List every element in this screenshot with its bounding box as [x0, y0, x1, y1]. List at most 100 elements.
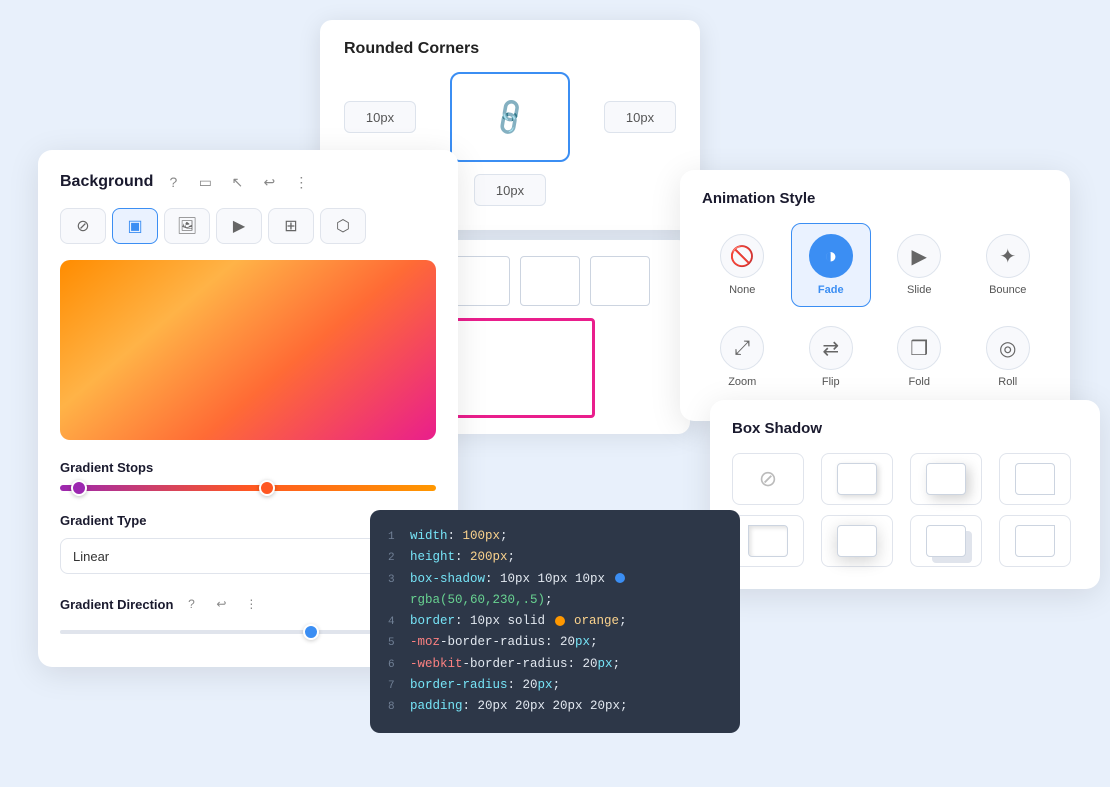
- anim-icon-flip: ⇄: [809, 326, 853, 370]
- code-line-2: 2 height: 200px;: [388, 547, 722, 568]
- shadow-inner-6: [926, 525, 966, 557]
- panel-title: Background: [60, 173, 153, 191]
- stop-thumb-purple[interactable]: [71, 480, 87, 496]
- anim-icon-none: 🚫: [720, 234, 764, 278]
- shadow-item-3[interactable]: [999, 453, 1071, 505]
- code-text-7: border-radius: 20px;: [410, 675, 560, 696]
- code-text-1: width: 100px;: [410, 526, 508, 547]
- panel-header: Background ? ▭ ↖ ↩ ⋮: [60, 170, 436, 194]
- device-icon[interactable]: ▭: [193, 170, 217, 194]
- undo-icon[interactable]: ↩: [257, 170, 281, 194]
- anim-label-none: None: [729, 284, 755, 296]
- code-num-7: 7: [388, 677, 402, 696]
- code-line-1: 1 width: 100px;: [388, 526, 722, 547]
- code-line-4: 4 border: 10px solid orange;: [388, 611, 722, 632]
- shadow-item-2[interactable]: [910, 453, 982, 505]
- direction-question-icon[interactable]: ?: [179, 592, 203, 616]
- direction-undo-icon[interactable]: ↩: [209, 592, 233, 616]
- bg-type-solid[interactable]: ⊘: [60, 208, 106, 244]
- shape-box-4: [590, 256, 650, 306]
- anim-label-slide: Slide: [907, 284, 931, 296]
- shadow-grid: ⊘: [732, 453, 1078, 567]
- bg-type-video[interactable]: ▶: [216, 208, 262, 244]
- anim-icon-fold: ❒: [897, 326, 941, 370]
- anim-label-bounce: Bounce: [989, 284, 1026, 296]
- rounded-link-icon-box: 🔗: [450, 72, 570, 162]
- code-tooltip: 1 width: 100px; 2 height: 200px; 3 box-s…: [370, 510, 740, 733]
- anim-label-fade: Fade: [818, 284, 844, 296]
- box-shadow-title: Box Shadow: [732, 420, 1078, 437]
- shadow-inner-3: [1015, 463, 1055, 495]
- box-shadow-card: Box Shadow ⊘: [710, 400, 1100, 589]
- animation-style-title: Animation Style: [702, 190, 1048, 207]
- code-line-7: 7 border-radius: 20px;: [388, 675, 722, 696]
- shadow-item-none[interactable]: ⊘: [732, 453, 804, 505]
- link-icon: 🔗: [488, 95, 532, 139]
- more-icon[interactable]: ⋮: [289, 170, 313, 194]
- shadow-item-1[interactable]: [821, 453, 893, 505]
- code-text-3: box-shadow: 10px 10px 10px rgba(50,60,23…: [410, 569, 722, 612]
- shadow-item-7[interactable]: [999, 515, 1071, 567]
- shadow-item-5[interactable]: [821, 515, 893, 567]
- code-num-5: 5: [388, 634, 402, 653]
- gradient-stops-track: [60, 485, 436, 491]
- animation-grid: 🚫 None ◑ Fade ▶ Slide ✦ Bounce ⤢ Zoom ⇄ …: [702, 223, 1048, 399]
- shadow-inner-5: [837, 525, 877, 557]
- gradient-direction-label: Gradient Direction: [60, 597, 173, 612]
- bg-type-overlay[interactable]: ⬡: [320, 208, 366, 244]
- anim-item-none[interactable]: 🚫 None: [702, 223, 783, 307]
- anim-label-roll: Roll: [998, 376, 1017, 388]
- anim-item-roll[interactable]: ◎ Roll: [968, 315, 1049, 399]
- shadow-inner-2: [926, 463, 966, 495]
- anim-icon-zoom: ⤢: [720, 326, 764, 370]
- code-text-4: border: 10px solid orange;: [410, 611, 627, 632]
- bg-type-gradient[interactable]: ▣: [112, 208, 158, 244]
- rounded-top-right-input[interactable]: [604, 101, 676, 133]
- shadow-inner-7: [1015, 525, 1055, 557]
- pink-rectangle: [435, 318, 595, 418]
- code-text-5: -moz-border-radius: 20px;: [410, 632, 598, 653]
- rounded-top-row: 🔗: [344, 72, 676, 162]
- code-num-3: 3: [388, 571, 402, 590]
- anim-icon-bounce: ✦: [986, 234, 1030, 278]
- code-text-8: padding: 20px 20px 20px 20px;: [410, 696, 628, 717]
- direction-thumb[interactable]: [303, 624, 319, 640]
- bg-type-row: ⊘ ▣ 🖼 ▶ ⊞ ⬡: [60, 208, 436, 244]
- rounded-top-left-input[interactable]: [344, 101, 416, 133]
- anim-icon-fade: ◑: [809, 234, 853, 278]
- gradient-preview: [60, 260, 436, 440]
- code-num-6: 6: [388, 656, 402, 675]
- anim-icon-slide: ▶: [897, 234, 941, 278]
- question-icon[interactable]: ?: [161, 170, 185, 194]
- shape-box-2: [450, 256, 510, 306]
- anim-item-bounce[interactable]: ✦ Bounce: [968, 223, 1049, 307]
- animation-style-card: Animation Style 🚫 None ◑ Fade ▶ Slide ✦ …: [680, 170, 1070, 421]
- anim-item-slide[interactable]: ▶ Slide: [879, 223, 960, 307]
- shadow-item-4[interactable]: [732, 515, 804, 567]
- anim-item-fade[interactable]: ◑ Fade: [791, 223, 872, 307]
- code-num-8: 8: [388, 698, 402, 717]
- bg-type-pattern[interactable]: ⊞: [268, 208, 314, 244]
- rounded-bottom-input[interactable]: [474, 174, 546, 206]
- code-text-6: -webkit-border-radius: 20px;: [410, 654, 620, 675]
- code-line-3: 3 box-shadow: 10px 10px 10px rgba(50,60,…: [388, 569, 722, 612]
- code-text-2: height: 200px;: [410, 547, 515, 568]
- shadow-item-6[interactable]: [910, 515, 982, 567]
- code-line-6: 6 -webkit-border-radius: 20px;: [388, 654, 722, 675]
- rounded-corners-title: Rounded Corners: [344, 40, 676, 58]
- anim-item-flip[interactable]: ⇄ Flip: [791, 315, 872, 399]
- anim-item-zoom[interactable]: ⤢ Zoom: [702, 315, 783, 399]
- code-line-8: 8 padding: 20px 20px 20px 20px;: [388, 696, 722, 717]
- code-num-1: 1: [388, 528, 402, 547]
- direction-track: [60, 630, 382, 634]
- cursor-icon[interactable]: ↖: [225, 170, 249, 194]
- code-num-2: 2: [388, 549, 402, 568]
- bg-type-image[interactable]: 🖼: [164, 208, 210, 244]
- code-num-4: 4: [388, 613, 402, 632]
- anim-item-fold[interactable]: ❒ Fold: [879, 315, 960, 399]
- direction-more-icon[interactable]: ⋮: [239, 592, 263, 616]
- shape-box-3: [520, 256, 580, 306]
- stop-thumb-orange[interactable]: [259, 480, 275, 496]
- anim-label-fold: Fold: [909, 376, 930, 388]
- gradient-stops-label: Gradient Stops: [60, 460, 436, 475]
